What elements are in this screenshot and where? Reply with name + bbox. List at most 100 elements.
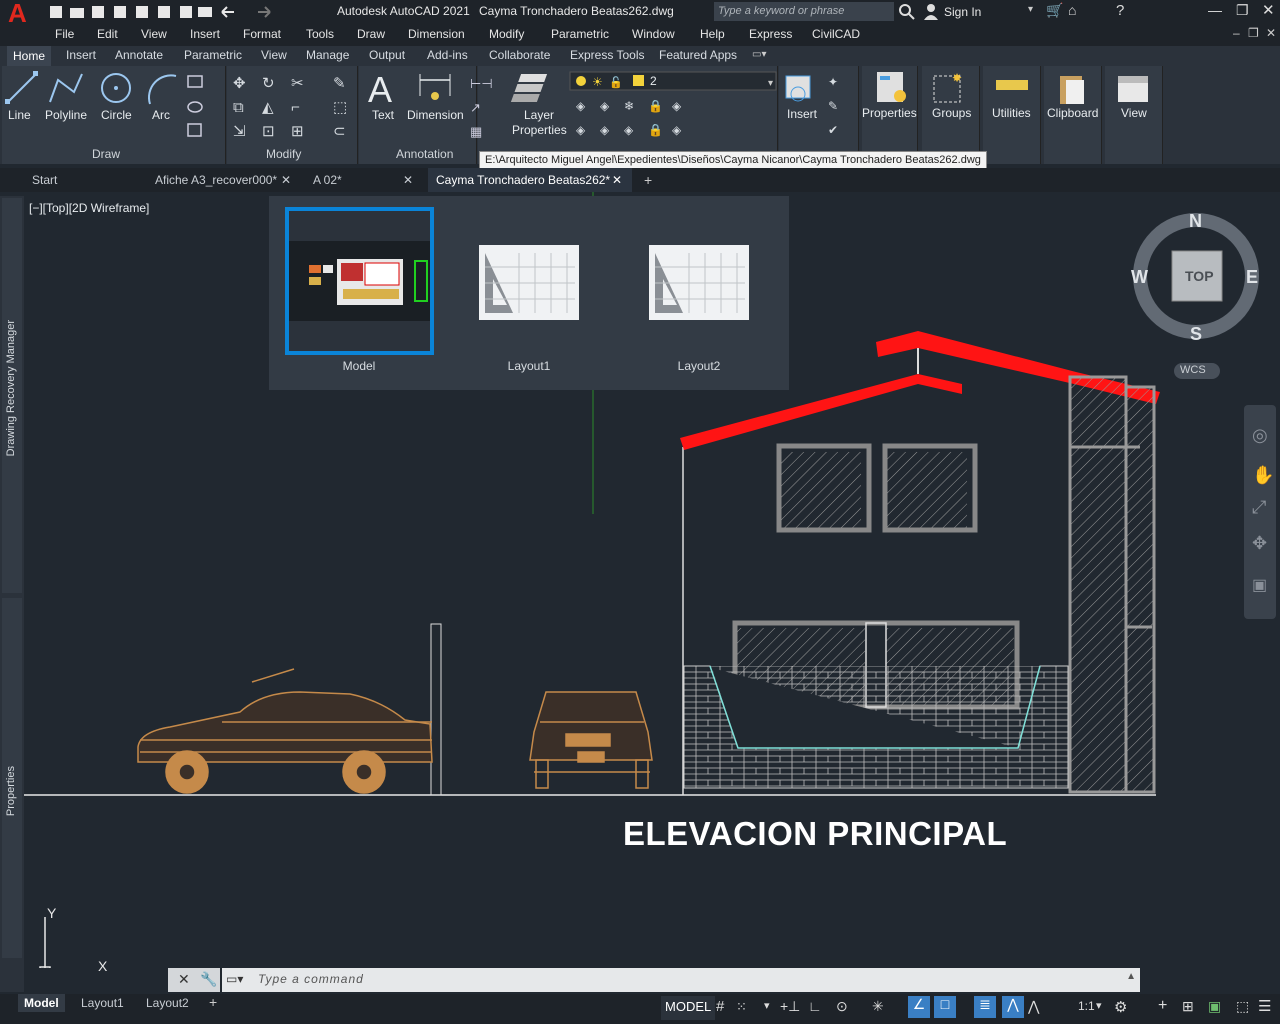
ortho-icon[interactable]: ∟ [808,998,822,1014]
annotation-visibility-icon[interactable]: ⋀ [1002,996,1024,1018]
layout-tab-layout2[interactable]: Layout2 [146,996,189,1010]
insert-button[interactable]: Insert [787,107,817,121]
model-space-button[interactable]: MODEL [661,996,716,1020]
thumb-layout1-label[interactable]: Layout1 [469,359,589,373]
compass-e[interactable]: E [1246,267,1258,288]
layer-current-value[interactable]: 2 [650,74,657,88]
layer-properties-label-1[interactable]: Layer [524,108,554,122]
menu-civilcad[interactable]: CivilCAD [812,27,860,41]
search-box[interactable]: Type a keyword or phrase [714,2,894,21]
autoscale-icon[interactable]: ⋀ [1028,998,1039,1015]
layer-properties-label-2[interactable]: Properties [512,123,567,137]
signin-dropdown-icon[interactable]: ▾ [1028,4,1033,15]
zoom-icon[interactable]: ⤢ [1252,497,1266,518]
tab-featured-apps[interactable]: Featured Apps [659,48,737,62]
tab-addins[interactable]: Add-ins [427,48,468,62]
tab-express-tools[interactable]: Express Tools [570,48,644,62]
doc-restore-icon[interactable]: ❐ [1248,26,1259,40]
tab-insert[interactable]: Insert [66,48,96,62]
quick-access-toolbar[interactable] [46,3,306,21]
menu-express[interactable]: Express [749,27,792,41]
showmotion-icon[interactable]: ▣ [1252,575,1267,595]
close-tab-icon[interactable]: ✕ [281,168,291,192]
close-tab-icon[interactable]: ✕ [612,168,622,192]
annotation-scale[interactable]: 1:1 [1078,999,1095,1013]
search-input[interactable]: Type a keyword or phrase [718,5,844,17]
doc-tab-afiche[interactable]: Afiche A3_recover000* ✕ [147,168,299,192]
modify-panel-title[interactable]: Modify [266,147,301,161]
clipboard-button[interactable]: Clipboard [1047,106,1098,120]
draw-panel-title[interactable]: Draw [92,147,120,161]
autocad-logo-icon[interactable]: A [8,0,27,26]
line-button[interactable]: Line [8,108,31,122]
compass-w[interactable]: W [1131,267,1148,288]
annotation-monitor-icon[interactable]: + [1158,997,1167,1015]
sign-in-button[interactable]: Sign In [944,5,981,19]
menu-view[interactable]: View [141,27,167,41]
ribbon-options-icon[interactable]: ▭▾ [752,49,766,60]
menu-format[interactable]: Format [243,27,281,41]
command-prompt-icon[interactable]: ▭▾ [226,972,243,986]
search-icon[interactable] [898,3,916,21]
grid-icon[interactable]: # [716,998,724,1015]
polar-icon[interactable]: ⊙ [836,998,848,1015]
menu-tools[interactable]: Tools [306,27,334,41]
close-icon[interactable]: ✕ [1262,1,1275,19]
customization-icon[interactable]: ☰ [1258,997,1271,1015]
osnap-icon[interactable]: □ [934,996,956,1018]
menu-draw[interactable]: Draw [357,27,385,41]
tab-annotate[interactable]: Annotate [115,48,163,62]
restore-icon[interactable]: ❐ [1236,2,1249,19]
text-button[interactable]: Text [372,108,394,122]
menu-parametric[interactable]: Parametric [551,27,609,41]
doc-tab-a02[interactable]: A 02* ✕ [305,168,421,192]
new-layout-icon[interactable]: + [209,994,217,1010]
doc-minimize-icon[interactable]: – [1233,26,1240,40]
new-tab-icon[interactable]: + [644,172,652,188]
pan-icon[interactable]: ✋ [1252,465,1274,486]
command-input[interactable]: Type a command [258,972,364,986]
tab-output[interactable]: Output [369,48,405,62]
quick-properties-icon[interactable]: ▣ [1208,998,1221,1015]
annotation-panel-title[interactable]: Annotation [396,147,453,161]
doc-tab-cayma[interactable]: Cayma Tronchadero Beatas262* ✕ [428,168,632,192]
menu-edit[interactable]: Edit [97,27,118,41]
thumb-layout2[interactable] [649,245,749,320]
layout-tab-model[interactable]: Model [18,994,65,1012]
compass-s[interactable]: S [1190,324,1202,345]
properties-button[interactable]: Properties [862,106,917,120]
menu-dimension[interactable]: Dimension [408,27,465,41]
viewcube-top-label[interactable]: TOP [1185,268,1214,284]
thumb-model-label[interactable]: Model [299,359,419,373]
thumb-layout2-label[interactable]: Layout2 [639,359,759,373]
isodraft-icon[interactable]: ✳ [872,998,884,1015]
menu-file[interactable]: File [55,27,74,41]
circle-button[interactable]: Circle [101,108,132,122]
scale-dropdown-icon[interactable]: ▾ [1096,999,1102,1012]
close-tab-icon[interactable]: ✕ [403,168,413,192]
workspace-gear-icon[interactable]: ⚙ [1114,998,1127,1016]
menu-window[interactable]: Window [632,27,675,41]
layout-tab-layout1[interactable]: Layout1 [81,996,124,1010]
wcs-menu[interactable]: WCS [1174,363,1220,379]
command-line[interactable]: ▭▾ Type a command ▲ [222,968,1140,992]
utilities-button[interactable]: Utilities [992,106,1031,120]
menu-modify[interactable]: Modify [489,27,524,41]
command-line-handle[interactable]: ✕ 🔧 [168,968,220,992]
a360-icon[interactable]: ⌂ [1068,2,1076,18]
snap-icon[interactable]: ⁙ [736,999,747,1015]
minimize-icon[interactable]: — [1208,2,1222,18]
arc-button[interactable]: Arc [152,108,170,122]
polyline-button[interactable]: Polyline [45,108,87,122]
osnap-tracking-icon[interactable]: ∠ [908,996,930,1018]
view-button[interactable]: View [1121,106,1147,120]
thumb-model[interactable] [285,207,434,355]
doc-tab-start[interactable]: Start [24,168,144,192]
compass-n[interactable]: N [1189,211,1202,232]
user-icon[interactable] [922,3,940,21]
groups-button[interactable]: Groups [932,106,971,120]
command-history-icon[interactable]: ▲ [1126,971,1136,982]
dimension-button[interactable]: Dimension [407,108,464,122]
tab-parametric[interactable]: Parametric [184,48,242,62]
tab-home[interactable]: Home [7,46,52,66]
